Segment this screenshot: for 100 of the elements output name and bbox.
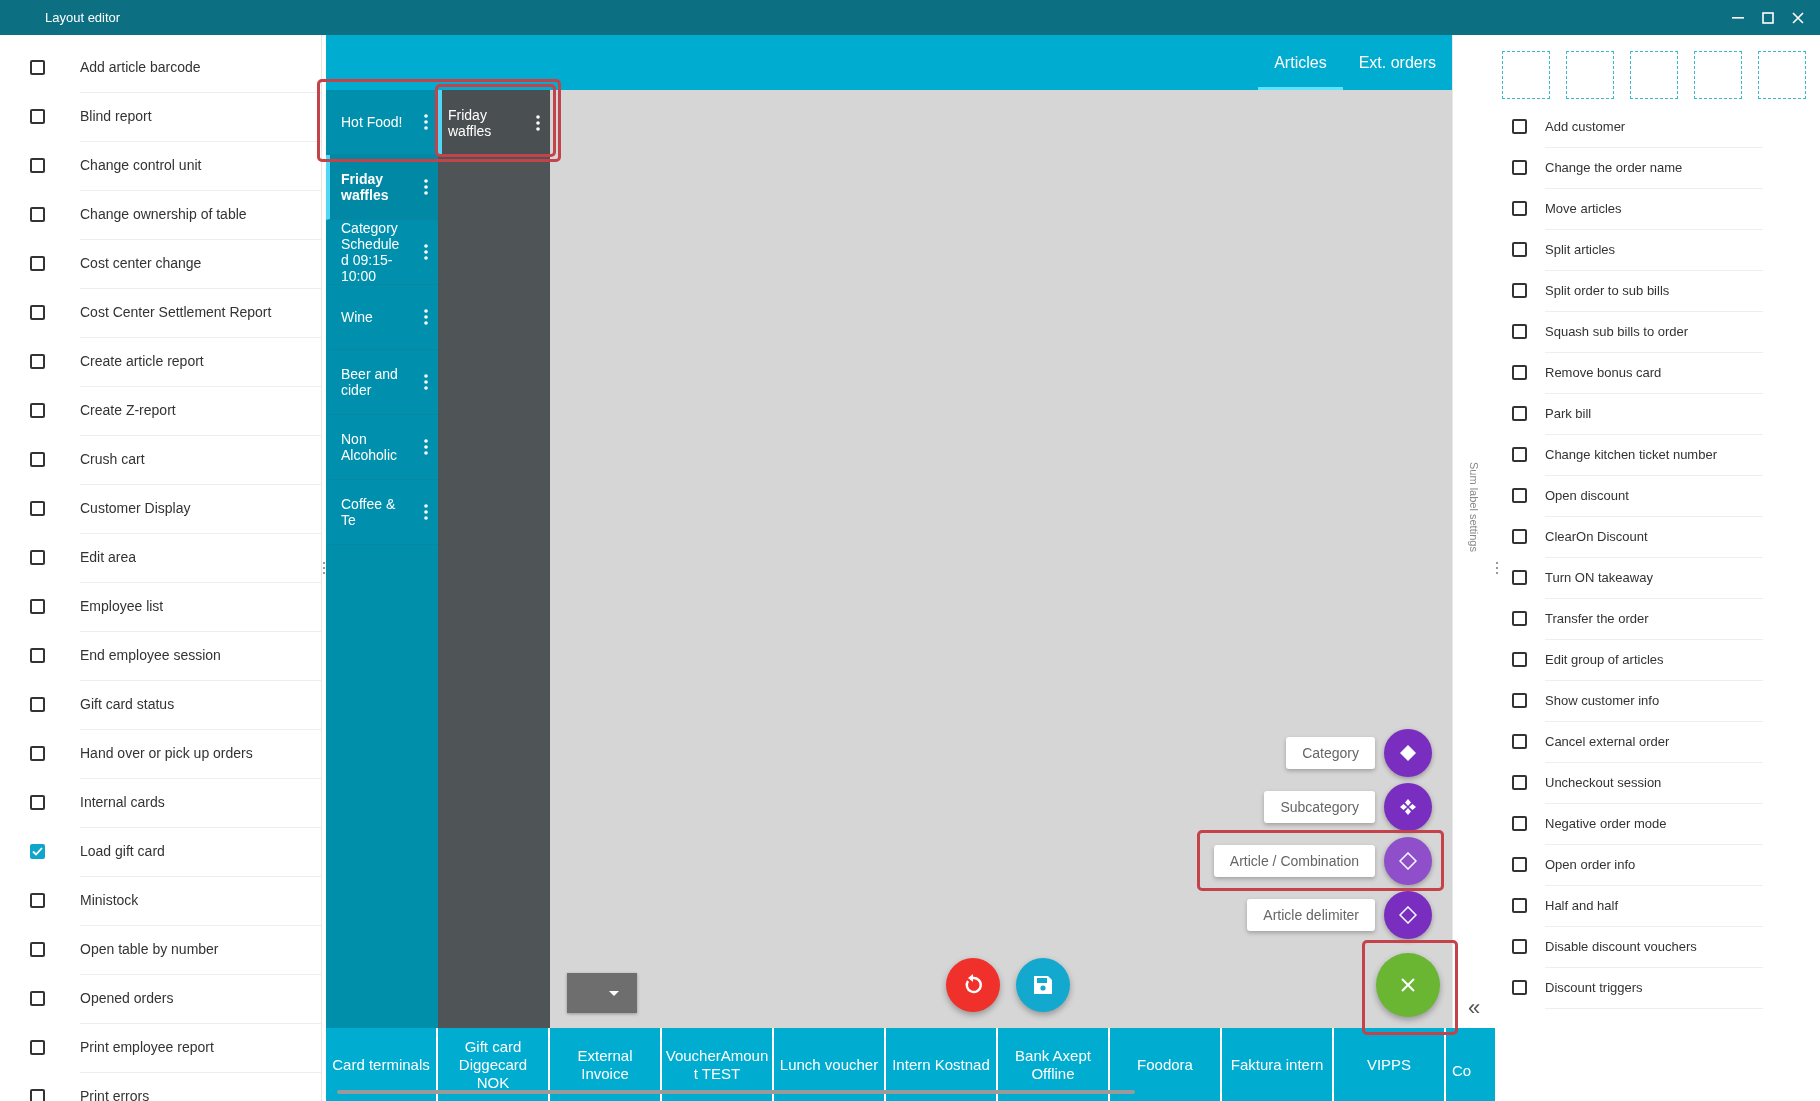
function-label: Remove bonus card <box>1545 364 1662 380</box>
diamond-icon <box>1400 745 1416 761</box>
menu-label[interactable]: Article delimiter <box>1247 899 1375 931</box>
category-item[interactable]: Category Scheduled 09:15-10:00 <box>326 220 438 285</box>
checkbox[interactable] <box>1512 119 1527 134</box>
checkbox[interactable] <box>1512 488 1527 503</box>
scrollbar[interactable] <box>337 1090 1135 1094</box>
checkbox[interactable] <box>30 550 45 565</box>
function-label: Hand over or pick up orders <box>80 745 253 761</box>
checkbox[interactable] <box>1512 939 1527 954</box>
checkbox[interactable] <box>1512 406 1527 421</box>
splitter-handle[interactable] <box>1496 562 1498 574</box>
checkbox[interactable] <box>1512 775 1527 790</box>
checkbox[interactable] <box>30 354 45 369</box>
checkbox[interactable] <box>30 648 45 663</box>
more-icon[interactable] <box>424 244 428 260</box>
function-label: Edit area <box>80 549 137 565</box>
more-icon[interactable] <box>536 114 540 131</box>
checkbox[interactable] <box>30 746 45 761</box>
checkbox[interactable] <box>30 256 45 271</box>
more-icon[interactable] <box>424 504 428 520</box>
checkbox[interactable] <box>30 109 45 124</box>
more-icon[interactable] <box>424 179 428 195</box>
diamond-outline-icon <box>1399 852 1417 870</box>
function-label: Create Z-report <box>80 402 176 418</box>
checkbox[interactable] <box>1512 570 1527 585</box>
diamonds-icon <box>1400 799 1416 815</box>
function-label: Print errors <box>80 1088 150 1101</box>
function-label: Cost center change <box>80 255 202 271</box>
minimize-icon[interactable] <box>1732 16 1744 19</box>
menu-label[interactable]: Category <box>1286 737 1375 769</box>
checkbox[interactable] <box>1512 816 1527 831</box>
save-icon <box>1033 975 1053 995</box>
checkbox[interactable] <box>30 942 45 957</box>
function-label: Ministock <box>80 892 139 908</box>
checkbox[interactable] <box>30 1089 45 1101</box>
checkbox[interactable] <box>30 697 45 712</box>
function-label: Internal cards <box>80 794 165 810</box>
checkbox[interactable] <box>1512 283 1527 298</box>
checkbox[interactable] <box>30 452 45 467</box>
close-icon[interactable] <box>1792 11 1804 24</box>
checkbox[interactable] <box>1512 734 1527 749</box>
menu-label[interactable]: Subcategory <box>1264 791 1375 823</box>
menu-label[interactable]: Article / Combination <box>1213 845 1375 877</box>
more-icon[interactable] <box>424 114 428 130</box>
checkbox[interactable] <box>30 207 45 222</box>
payment-button[interactable]: VoucherAmount TEST <box>662 1028 774 1101</box>
subcategory-item[interactable]: Friday waffles <box>438 90 550 155</box>
more-icon[interactable] <box>424 374 428 390</box>
checkbox[interactable] <box>1512 242 1527 257</box>
function-label: Transfer the order <box>1545 610 1649 626</box>
diamond-outline-icon <box>1399 906 1417 924</box>
checkbox[interactable] <box>1512 652 1527 667</box>
checkbox[interactable] <box>1512 201 1527 216</box>
add-item-button[interactable] <box>1384 891 1432 939</box>
function-label: Edit group of articles <box>1545 651 1664 667</box>
checkbox[interactable] <box>1512 365 1527 380</box>
add-item-button[interactable] <box>1384 783 1432 831</box>
function-label: Change the order name <box>1545 159 1683 175</box>
checkbox[interactable] <box>1512 693 1527 708</box>
collapse-button[interactable]: « <box>1467 996 1481 1020</box>
checkbox[interactable] <box>30 599 45 614</box>
checkbox[interactable] <box>30 844 45 859</box>
more-icon[interactable] <box>424 309 428 325</box>
checkbox[interactable] <box>1512 857 1527 872</box>
checkbox[interactable] <box>1512 898 1527 913</box>
category-item[interactable]: Friday waffles <box>326 155 438 220</box>
splitter-handle[interactable] <box>323 562 325 574</box>
checkbox[interactable] <box>30 60 45 75</box>
more-icon[interactable] <box>424 439 428 455</box>
function-label: Employee list <box>80 598 164 614</box>
add-item-button[interactable] <box>1384 837 1432 885</box>
undo-button[interactable] <box>946 958 1000 1012</box>
checkbox[interactable] <box>30 991 45 1006</box>
function-label: ClearOn Discount <box>1545 528 1648 544</box>
checkbox[interactable] <box>30 501 45 516</box>
add-item-button[interactable] <box>1384 729 1432 777</box>
checkbox[interactable] <box>1512 611 1527 626</box>
checkbox[interactable] <box>1512 447 1527 462</box>
function-label: Cost Center Settlement Report <box>80 304 272 320</box>
checkbox[interactable] <box>30 893 45 908</box>
function-label: Add customer <box>1545 118 1626 134</box>
checkbox[interactable] <box>30 305 45 320</box>
function-label: Split articles <box>1545 241 1616 257</box>
checkbox[interactable] <box>1512 160 1527 175</box>
checkbox[interactable] <box>30 1040 45 1055</box>
checkbox[interactable] <box>1512 324 1527 339</box>
maximize-icon[interactable] <box>1762 11 1774 24</box>
function-label: Gift card status <box>80 696 175 712</box>
tab[interactable]: Ext. orders <box>1342 35 1452 90</box>
checkbox[interactable] <box>1512 529 1527 544</box>
caret-icon <box>609 990 619 996</box>
function-label: Uncheckout session <box>1545 774 1662 790</box>
function-label: Opened orders <box>80 990 174 1006</box>
checkbox[interactable] <box>30 403 45 418</box>
checkbox[interactable] <box>30 795 45 810</box>
checkbox[interactable] <box>1512 980 1527 995</box>
checkbox[interactable] <box>30 158 45 173</box>
function-label: End employee session <box>80 647 221 663</box>
save-button[interactable] <box>1016 958 1070 1012</box>
